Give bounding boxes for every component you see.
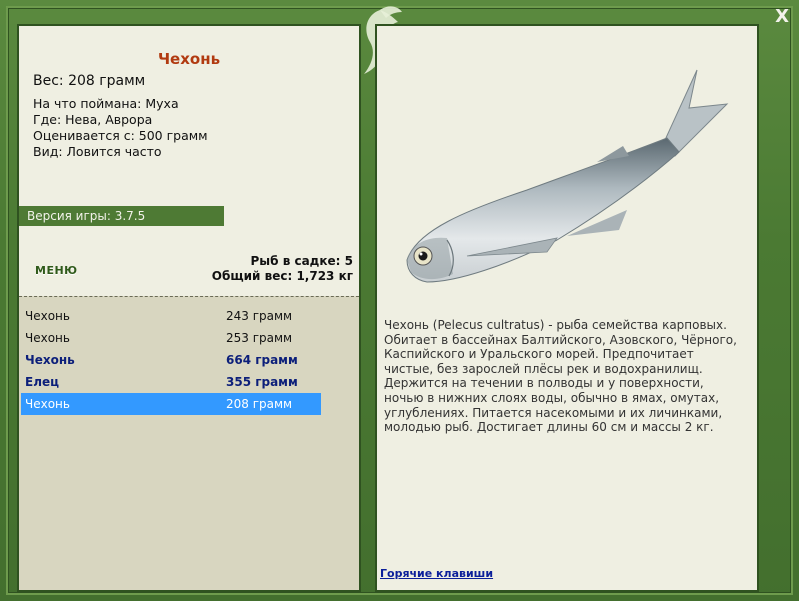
fish-info: Чехонь Вес: 208 грамм На что поймана: Му…: [19, 26, 359, 296]
close-button[interactable]: X: [775, 6, 789, 27]
list-item[interactable]: Чехонь 243 грамм: [21, 305, 321, 327]
catch-list: Чехонь 243 грамм Чехонь 253 грамм Чехонь 66…: [21, 305, 321, 415]
fish-picture: [406, 69, 729, 283]
divider: [19, 296, 359, 297]
total-weight: Общий вес: 1,723 кг: [211, 269, 353, 283]
menu-button[interactable]: МЕНЮ: [35, 264, 78, 277]
keepnet-stats: Рыб в садке: 5 Общий вес: 1,723 кг: [212, 254, 353, 284]
hotkeys-link[interactable]: Горячие клавиши: [380, 567, 493, 580]
fish-count: Рыб в садке: 5: [250, 254, 354, 268]
list-item[interactable]: Чехонь 664 грамм: [21, 349, 321, 371]
item-weight: 208 грамм: [226, 397, 293, 411]
fish-weight: Вес: 208 грамм: [33, 73, 146, 89]
kind-line: Вид: Ловится часто: [33, 144, 162, 159]
item-name: Чехонь: [25, 397, 70, 411]
fish-name: Чехонь: [157, 50, 221, 68]
fish-description: Чехонь (Pelecus cultratus) - рыба семейс…: [384, 318, 737, 435]
list-item[interactable]: Чехонь 253 грамм: [21, 327, 321, 349]
item-name: Чехонь: [25, 331, 70, 345]
item-weight: 243 грамм: [226, 309, 293, 323]
location-line: Где: Нева, Аврора: [33, 112, 153, 127]
bait-line: На что поймана: Муха: [33, 96, 179, 111]
list-item[interactable]: Елец 355 грамм: [21, 371, 321, 393]
item-name: Чехонь: [25, 309, 70, 323]
fish-details: На что поймана: Муха Где: Нева, Аврора О…: [33, 96, 208, 160]
catch-panel: Чехонь Вес: 208 грамм На что поймана: Му…: [17, 24, 361, 592]
item-name: Елец: [25, 375, 60, 389]
value-line: Оценивается с: 500 грамм: [33, 128, 208, 143]
item-weight: 253 грамм: [226, 331, 293, 345]
item-weight: 355 грамм: [226, 375, 298, 389]
game-version: Версия игры: 3.7.5: [19, 206, 224, 226]
fish-description-panel: Чехонь (Pelecus cultratus) - рыба семейс…: [375, 24, 759, 592]
item-name: Чехонь: [25, 353, 75, 367]
list-item-selected[interactable]: Чехонь 208 грамм: [21, 393, 321, 415]
item-weight: 664 грамм: [226, 353, 298, 367]
